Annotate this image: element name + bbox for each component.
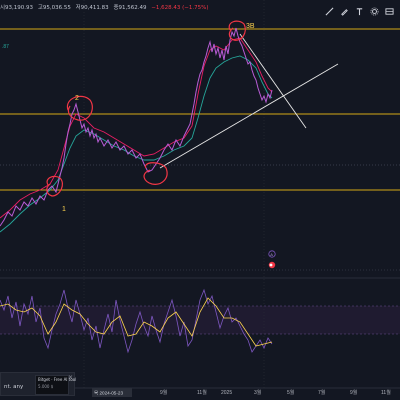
indicator-left-label: .87 — [2, 44, 9, 50]
settings-icon[interactable] — [370, 7, 379, 16]
x-tick-label: 5월 — [287, 389, 295, 396]
price-line — [0, 27, 273, 227]
ohlc-close: 종91,562.49 — [113, 5, 147, 11]
x-tick-label: 7월 — [318, 389, 326, 396]
x-tick-label: 11월 — [197, 389, 207, 396]
alert-marker-label: A — [270, 252, 273, 257]
notification-card[interactable]: Bitget · Free AI tool 5.000 $ — [35, 375, 76, 395]
price-chart[interactable]: 1 2 3B .87 A 9월 11월 2025 3월 5월 7월 9월 11월… — [0, 0, 400, 400]
chart-type-icon[interactable] — [385, 7, 394, 16]
notification-card-subtitle: 5.000 $ — [38, 384, 54, 389]
ohlc-high: 고95,036.55 — [37, 5, 71, 11]
ohlc-change: −1,628.43 (−1.75%) — [151, 5, 209, 11]
close-icon[interactable]: × — [67, 374, 74, 381]
ma-fast-line — [0, 37, 273, 219]
x-tick-label: 11월 — [381, 389, 391, 396]
wave1-label: 1 — [62, 206, 66, 213]
ohlc-open: 시93,190.93 — [0, 5, 34, 11]
wave1-circle[interactable] — [46, 175, 64, 197]
wave3b-circle[interactable] — [228, 20, 246, 41]
pencil-icon[interactable] — [340, 7, 349, 16]
x-tick-label: 9월 — [350, 389, 358, 396]
notification-text: nt. any — [4, 384, 24, 390]
alert-dot-center — [269, 263, 273, 267]
wave3b-label: 3B — [246, 23, 255, 30]
time-axis[interactable]: 9월 11월 2025 3월 5월 7월 9월 11월 — [160, 389, 391, 396]
wave2-circle[interactable] — [66, 95, 93, 121]
x-tick-label: 3월 — [254, 389, 262, 396]
trend-line-icon[interactable] — [325, 7, 334, 16]
notification-popup[interactable]: nt. any Bitget · Free AI tool 5.000 $ × — [0, 372, 76, 396]
support-trendline[interactable] — [159, 63, 339, 169]
drawing-toolbar — [300, 0, 400, 22]
x-tick-label: 2025 — [221, 390, 232, 396]
ohlc-low: 저90,411.83 — [75, 5, 109, 11]
oscillator-overbought-band — [0, 306, 400, 334]
text-icon[interactable] — [355, 7, 364, 16]
wave2-label: 2 — [75, 95, 79, 102]
ohlc-header: 시93,190.93 고95,036.55 저90,411.83 종91,562… — [0, 0, 300, 16]
trading-chart-window: 1 2 3B .87 A 9월 11월 2025 3월 5월 7월 9월 11월… — [0, 0, 400, 400]
x-tick-label: 9월 — [160, 389, 168, 396]
ma-slow-line — [0, 55, 273, 233]
bottom-circle[interactable] — [143, 162, 168, 185]
